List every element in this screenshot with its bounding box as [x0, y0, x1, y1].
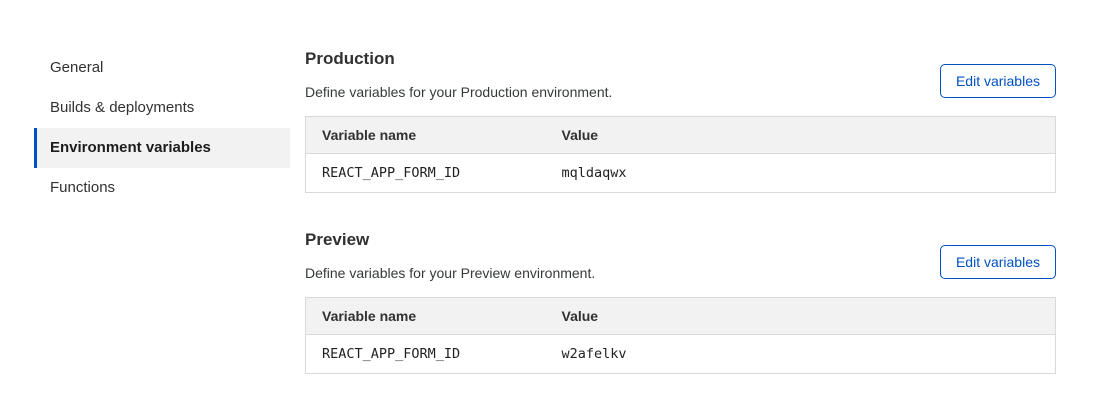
sidebar-item-builds-deployments[interactable]: Builds & deployments — [34, 88, 290, 128]
variable-name-cell: REACT_APP_FORM_ID — [306, 335, 546, 374]
table-row: REACT_APP_FORM_ID w2afelkv — [306, 335, 1056, 374]
table-row: REACT_APP_FORM_ID mqldaqwx — [306, 154, 1056, 193]
production-variables-table: Variable name Value REACT_APP_FORM_ID mq… — [305, 116, 1056, 193]
variable-value-cell: w2afelkv — [546, 335, 1056, 374]
column-header-variable-name: Variable name — [306, 298, 546, 335]
sidebar-item-general[interactable]: General — [34, 48, 290, 88]
table-header-row: Variable name Value — [306, 298, 1056, 335]
column-header-variable-name: Variable name — [306, 117, 546, 154]
variable-name-cell: REACT_APP_FORM_ID — [306, 154, 546, 193]
production-edit-variables-button[interactable]: Edit variables — [940, 64, 1056, 98]
sidebar-item-functions[interactable]: Functions — [34, 168, 290, 208]
environment-variables-panel: Production Define variables for your Pro… — [305, 48, 1056, 374]
preview-section: Preview Define variables for your Previe… — [305, 229, 1056, 374]
column-header-value: Value — [546, 117, 1056, 154]
settings-sidebar: General Builds & deployments Environment… — [34, 48, 290, 208]
table-header-row: Variable name Value — [306, 117, 1056, 154]
column-header-value: Value — [546, 298, 1056, 335]
preview-variables-table: Variable name Value REACT_APP_FORM_ID w2… — [305, 297, 1056, 374]
sidebar-item-environment-variables[interactable]: Environment variables — [34, 128, 290, 168]
production-section: Production Define variables for your Pro… — [305, 48, 1056, 193]
variable-value-cell: mqldaqwx — [546, 154, 1056, 193]
preview-edit-variables-button[interactable]: Edit variables — [940, 245, 1056, 279]
